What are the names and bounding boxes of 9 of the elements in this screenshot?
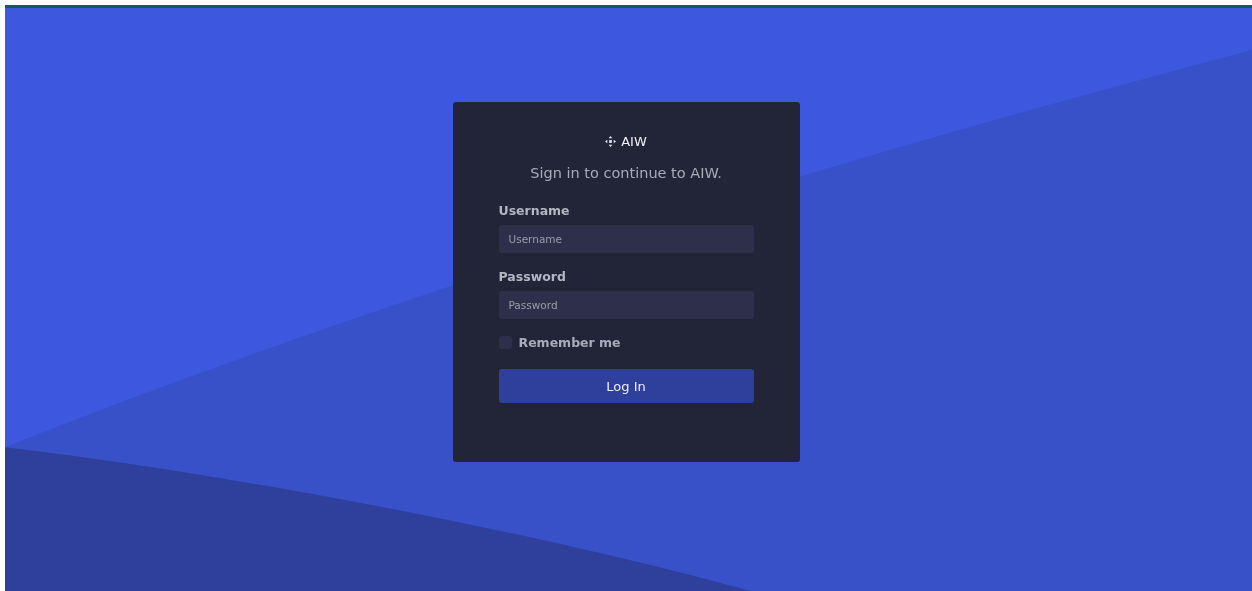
brand-name: AIW xyxy=(621,134,647,149)
move-arrows-icon xyxy=(605,136,617,147)
checkbox-label: Remember me xyxy=(518,335,621,350)
input-field[interactable]: Password xyxy=(498,291,754,319)
field-label: Username xyxy=(498,203,571,218)
login-button[interactable]: Log In xyxy=(498,369,754,403)
subtitle: Sign in to continue to AIW. xyxy=(529,165,723,181)
field-label: Password xyxy=(498,269,567,284)
input-field[interactable]: Username xyxy=(498,225,754,253)
